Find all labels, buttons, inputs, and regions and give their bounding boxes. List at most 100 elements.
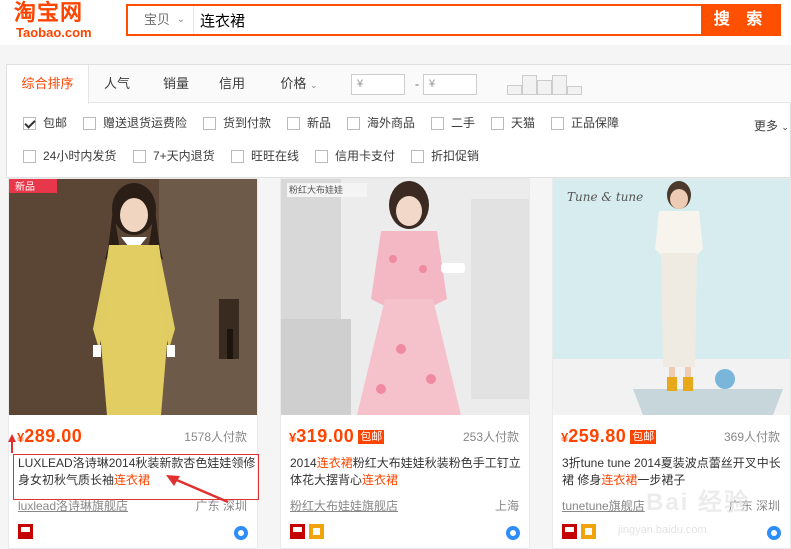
- filter-overseas[interactable]: 海外商品: [347, 115, 415, 131]
- price-max-input[interactable]: ¥: [423, 74, 477, 95]
- product-price: ¥259.80 包邮: [561, 426, 657, 448]
- product-title-link[interactable]: LUXLEAD洛诗琳2014秋装新款杏色娃娃领修身女初秋气质长袖连衣裙: [18, 455, 256, 489]
- shop-link[interactable]: 粉红大布娃娃旗舰店: [290, 497, 398, 514]
- checkbox-icon: [315, 150, 328, 163]
- filter-label: 天猫: [511, 116, 536, 130]
- title-text: 2014: [290, 456, 317, 470]
- checkbox-icon: [347, 117, 360, 130]
- paid-count: 253人付款: [462, 430, 519, 444]
- search-input[interactable]: [200, 6, 690, 34]
- filter-7day-return[interactable]: 7+天内退货: [133, 148, 215, 164]
- filter-genuine-guarantee[interactable]: 正品保障: [551, 115, 619, 131]
- product-image[interactable]: Tune & tune: [553, 179, 790, 415]
- filter-label: 货到付款: [223, 116, 272, 130]
- tmall-badge-icon[interactable]: [18, 524, 33, 539]
- filter-24h-shipping[interactable]: 24小时内发货: [23, 148, 116, 164]
- title-keyword: 连衣裙: [316, 456, 353, 470]
- filter-panel: 综合排序 人气 销量 信用 价格 ⌄ ¥ - ¥ 包邮 赠送退货运费险 货到付款…: [6, 64, 791, 178]
- product-card[interactable]: 粉红大布娃娃 ¥319.00 包邮 253人付款 2014连衣裙粉红大布娃娃秋装粉…: [280, 178, 530, 549]
- sort-default-tab[interactable]: 综合排序: [7, 65, 89, 104]
- search-category-label: 宝贝: [144, 12, 171, 27]
- title-keyword: 连衣裙: [362, 473, 399, 487]
- filter-label: 折扣促销: [431, 149, 480, 163]
- sort-popularity-tab[interactable]: 人气: [91, 65, 143, 103]
- checkbox-icon: [231, 150, 244, 163]
- checkbox-icon: [287, 117, 300, 130]
- price-distribution-bars-icon[interactable]: [507, 73, 583, 95]
- filter-wangwang-online[interactable]: 旺旺在线: [231, 148, 299, 164]
- wangwang-chat-icon[interactable]: [506, 526, 520, 540]
- paid-count: 369人付款: [723, 430, 780, 444]
- filter-credit-card[interactable]: 信用卡支付: [315, 148, 395, 164]
- shop-location: 广东 深圳: [195, 499, 247, 513]
- taobao-logo[interactable]: 淘宝网 Taobao.com: [14, 2, 114, 42]
- checkbox-icon: [491, 117, 504, 130]
- product-price: ¥289.00: [17, 426, 82, 448]
- free-shipping-tag: 包邮: [630, 430, 657, 444]
- chevron-down-icon: ⌄: [176, 14, 185, 25]
- sort-credit-tab[interactable]: 信用: [207, 65, 257, 103]
- product-title-link[interactable]: 2014连衣裙粉红大布娃娃秋装粉色手工钉立体花大摆背心连衣裙: [290, 455, 528, 489]
- filter-second-hand[interactable]: 二手: [431, 115, 475, 131]
- filter-label: 包邮: [43, 116, 68, 130]
- shop-link[interactable]: luxlead洛诗琳旗舰店: [18, 497, 128, 514]
- product-price: ¥319.00 包邮: [289, 426, 385, 448]
- free-shipping-tag: 包邮: [358, 430, 385, 444]
- title-keyword: 连衣裙: [114, 473, 151, 487]
- search-box: 宝贝 ⌄: [126, 4, 703, 36]
- price-value: 289.00: [24, 426, 83, 446]
- watermark-sub: jingyan.baidu.com: [618, 524, 707, 536]
- svg-text:粉红大布娃娃: 粉红大布娃娃: [289, 184, 343, 196]
- paid-count: 1578人付款: [184, 430, 247, 444]
- price-value: 319.00: [296, 426, 355, 446]
- search-button[interactable]: 搜 索: [701, 4, 781, 36]
- filter-label: 正品保障: [571, 116, 620, 130]
- gold-seller-badge-icon[interactable]: [581, 524, 596, 539]
- search-category-dropdown[interactable]: 宝贝 ⌄: [128, 6, 194, 34]
- tmall-badge-icon[interactable]: [290, 524, 305, 539]
- checkbox-icon: [133, 150, 146, 163]
- logo-text: 淘宝网: [14, 1, 84, 26]
- shop-location: 上海: [494, 499, 519, 513]
- filter-label: 新品: [307, 116, 332, 130]
- price-range-dash: -: [415, 77, 419, 91]
- checkbox-checked-icon: [23, 117, 36, 130]
- filter-tmall[interactable]: 天猫: [491, 115, 535, 131]
- price-value: 259.80: [568, 426, 627, 446]
- product-image[interactable]: 粉红大布娃娃: [281, 179, 529, 415]
- filter-label: 7+天内退货: [153, 149, 215, 163]
- checkbox-icon: [411, 150, 424, 163]
- filter-cash-on-delivery[interactable]: 货到付款: [203, 115, 271, 131]
- logo-subtext: Taobao.com: [16, 25, 92, 40]
- sort-bar: 综合排序 人气 销量 信用 价格 ⌄ ¥ - ¥: [7, 65, 791, 104]
- filter-discount[interactable]: 折扣促销: [411, 148, 479, 164]
- sort-price-tab[interactable]: 价格 ⌄: [269, 65, 329, 103]
- checkbox-icon: [203, 117, 216, 130]
- filter-label: 二手: [451, 116, 476, 130]
- filter-label: 信用卡支付: [335, 149, 396, 163]
- baidu-jingyan-watermark: Bai 经验 jingyan.baidu.com: [606, 476, 786, 546]
- filter-label: 24小时内发货: [43, 149, 117, 163]
- chevron-down-icon: ⌄: [781, 122, 789, 132]
- wangwang-chat-icon[interactable]: [234, 526, 248, 540]
- checkbox-icon: [431, 117, 444, 130]
- filter-new-items[interactable]: 新品: [287, 115, 331, 131]
- filter-return-insurance[interactable]: 赠送退货运费险: [83, 115, 187, 131]
- checkbox-icon: [83, 117, 96, 130]
- price-min-input[interactable]: ¥: [351, 74, 405, 95]
- svg-text:Tune & tune: Tune & tune: [567, 190, 643, 204]
- filter-label: 海外商品: [367, 116, 416, 130]
- checkbox-icon: [551, 117, 564, 130]
- tmall-badge-icon[interactable]: [562, 524, 577, 539]
- product-image[interactable]: 新品: [9, 179, 257, 415]
- sort-sales-tab[interactable]: 销量: [151, 65, 201, 103]
- chevron-down-icon: ⌄: [310, 80, 318, 90]
- header: 淘宝网 Taobao.com 宝贝 ⌄ 搜 索: [0, 0, 791, 45]
- more-filters-button[interactable]: 更多 ⌄: [754, 117, 789, 134]
- filter-free-shipping[interactable]: 包邮: [23, 115, 67, 131]
- svg-text:新品: 新品: [15, 180, 35, 193]
- more-label: 更多: [754, 119, 779, 133]
- checkbox-icon: [23, 150, 36, 163]
- product-card[interactable]: 新品 ¥289.00 1578人付款 LUXLEAD洛诗琳2014秋装新款杏色娃…: [8, 178, 258, 549]
- gold-seller-badge-icon[interactable]: [309, 524, 324, 539]
